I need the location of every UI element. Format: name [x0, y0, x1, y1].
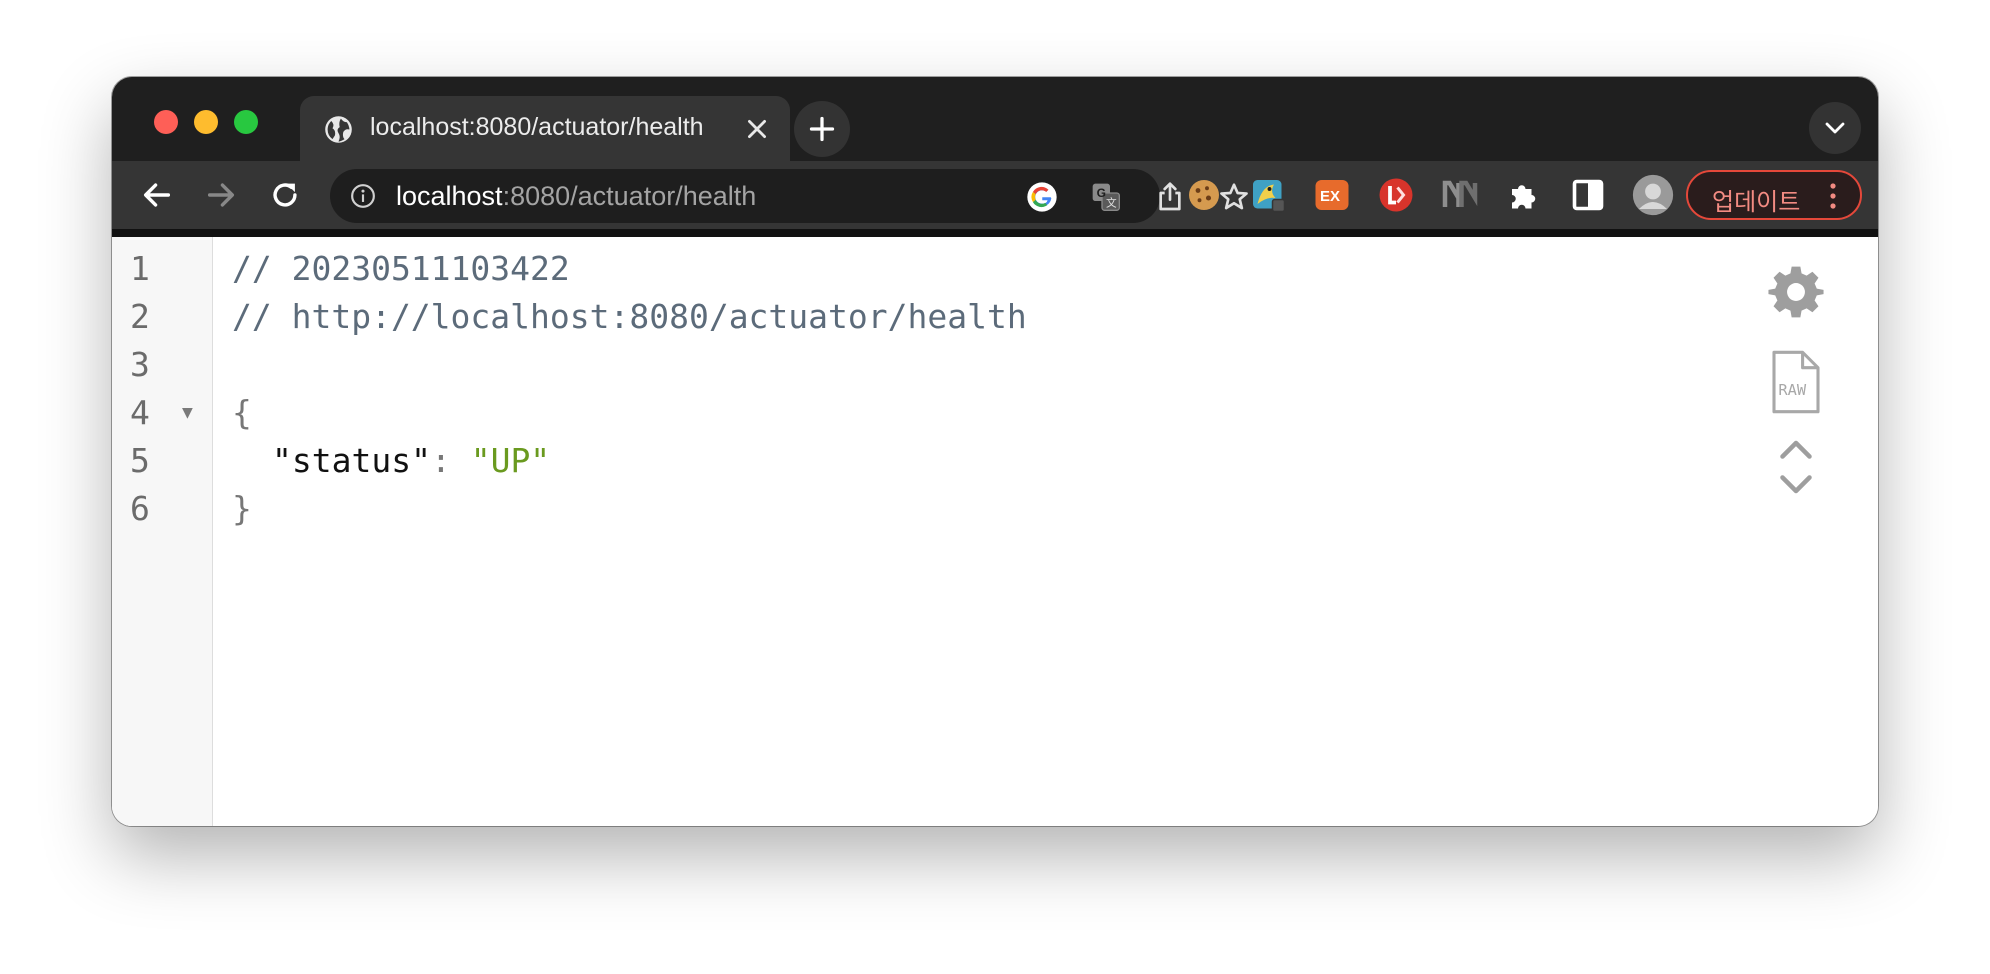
toolbar-divider [112, 229, 1878, 237]
nn-extension-icon[interactable] [1442, 177, 1478, 213]
json-value: "UP" [470, 441, 551, 480]
minimize-window-button[interactable] [194, 110, 218, 134]
code-line: 2 // http://localhost:8080/actuator/heal… [112, 293, 1612, 341]
update-label: 업데이트 [1712, 189, 1801, 216]
red-extension-icon[interactable] [1378, 177, 1414, 213]
tab-title: localhost:8080/actuator/health [370, 113, 704, 141]
svg-text:G: G [1097, 186, 1106, 200]
json-key: "status" [272, 441, 431, 480]
line-number: 4 [130, 393, 150, 432]
close-window-button[interactable] [154, 110, 178, 134]
chevron-down-icon [1825, 122, 1845, 134]
profile-avatar[interactable] [1632, 174, 1674, 216]
tab-search-button[interactable] [1809, 102, 1861, 154]
code-line: 3 [112, 341, 1612, 389]
more-menu-icon[interactable] [1828, 182, 1838, 210]
plus-icon [809, 116, 835, 142]
line-number: 2 [130, 297, 150, 336]
code-line: 5 "status": "UP" [112, 437, 1612, 485]
scroll-down-icon[interactable] [1778, 473, 1814, 497]
open-brace: { [232, 393, 252, 432]
line-number: 1 [130, 249, 150, 288]
url-host: localhost [396, 181, 503, 211]
tab-active[interactable]: localhost:8080/actuator/health [300, 96, 790, 161]
url-comment: // http://localhost:8080/actuator/health [232, 297, 1027, 336]
svg-text:RAW: RAW [1778, 381, 1807, 399]
scroll-up-icon[interactable] [1778, 437, 1814, 461]
translate-icon[interactable]: G 文 [1090, 181, 1122, 213]
site-info-icon[interactable] [350, 183, 376, 209]
raw-view-icon[interactable]: RAW [1769, 349, 1823, 415]
globe-icon [325, 116, 352, 143]
close-brace: } [232, 489, 252, 528]
code-line: 4 ▼ { [112, 389, 1612, 437]
puzzle-extensions-icon[interactable] [1506, 177, 1542, 213]
json-viewer: 1 // 20230511103422 2 // http://localhos… [112, 237, 1878, 826]
json-colon: : [430, 441, 471, 480]
share-icon[interactable] [1154, 181, 1186, 213]
ex-extension-icon[interactable]: EX [1314, 177, 1350, 213]
bird-extension-icon[interactable] [1250, 177, 1286, 213]
new-tab-button[interactable] [794, 101, 850, 157]
side-panel-icon[interactable] [1570, 177, 1606, 213]
bookmark-star-icon[interactable] [1218, 181, 1250, 213]
google-lens-icon[interactable] [1026, 181, 1058, 213]
reload-icon[interactable] [268, 178, 302, 212]
svg-text:文: 文 [1106, 196, 1117, 209]
back-arrow-icon[interactable] [140, 178, 174, 212]
code-line: 1 // 20230511103422 [112, 245, 1612, 293]
line-number: 6 [130, 489, 150, 528]
code-line: 6 } [112, 485, 1612, 533]
tab-strip: localhost:8080/actuator/health [112, 77, 1878, 161]
timestamp-comment: // 20230511103422 [232, 249, 570, 288]
zoom-window-button[interactable] [234, 110, 258, 134]
line-number: 3 [130, 345, 150, 384]
line-number: 5 [130, 441, 150, 480]
browser-toolbar: localhost:8080/actuator/health G 文 EX 업데… [112, 161, 1878, 237]
cookie-extension-icon[interactable] [1186, 177, 1222, 213]
browser-window: localhost:8080/actuator/health localhost… [112, 77, 1878, 826]
url-path: :8080/actuator/health [502, 181, 757, 211]
url-text: localhost:8080/actuator/health [396, 181, 756, 212]
address-bar[interactable]: localhost:8080/actuator/health G 文 [330, 169, 1248, 223]
json-entry: "status": "UP" [272, 437, 550, 485]
update-button[interactable]: 업데이트 [1686, 170, 1862, 220]
close-tab-icon[interactable] [744, 116, 770, 142]
forward-arrow-icon[interactable] [204, 178, 238, 212]
settings-gear-icon[interactable] [1767, 263, 1825, 321]
svg-text:EX: EX [1320, 188, 1340, 205]
fold-toggle-icon[interactable]: ▼ [182, 389, 193, 437]
